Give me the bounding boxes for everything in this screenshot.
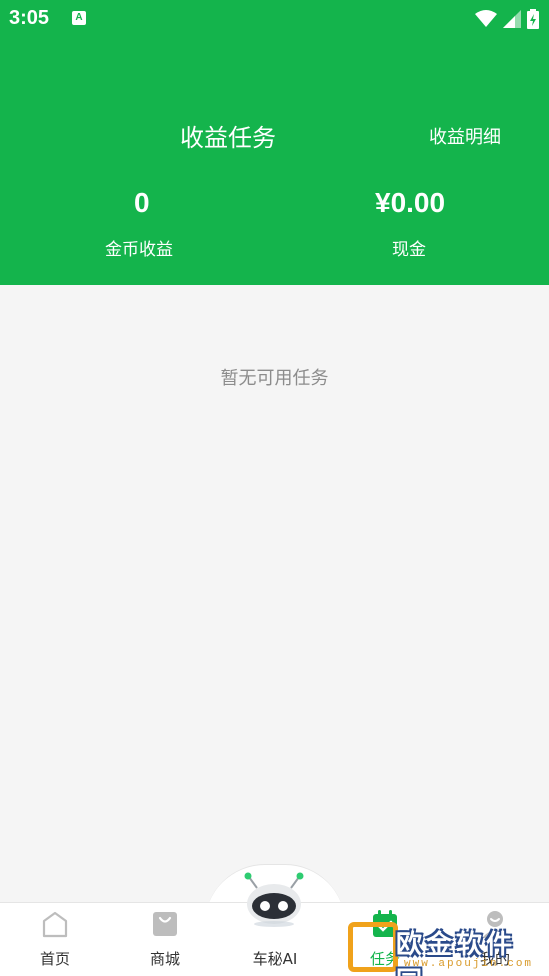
watermark-url: www.apoujin.com [404,958,534,970]
tab-chemi-ai-label: 车秘AI [252,950,298,968]
coin-earnings-label: 金币收益 [105,240,173,260]
cash-label: 现金 [392,240,426,260]
page-title: 收益任务 [180,124,276,152]
status-time: 3:05 [9,7,50,29]
tab-home-label: 首页 [39,950,70,968]
coin-earnings-value: 0 [134,187,150,218]
bag-icon [153,912,177,936]
watermark-logo-icon [348,922,398,972]
robot-icon[interactable] [241,872,307,928]
tab-mall[interactable]: 商城 [110,903,220,976]
battery-icon [527,9,539,29]
home-icon [42,911,68,938]
wifi-icon [475,10,497,27]
status-bar: 3:05 A [0,0,549,38]
cash-value: ¥0.00 [375,187,446,218]
tab-home[interactable]: 首页 [0,903,110,976]
signal-icon [503,10,521,28]
watermark: 欧金软件园 www.apoujin.com [348,920,544,976]
earnings-detail-link[interactable]: 收益明细 [429,123,501,149]
notification-a-icon: A [72,11,86,25]
tab-mall-label: 商城 [149,950,180,968]
header: 3:05 A 收益任务 收益明细 0 金币收益 ¥0.00 现金 [0,0,549,285]
empty-tasks-message: 暂无可用任务 [220,368,329,389]
status-icons [475,8,539,30]
